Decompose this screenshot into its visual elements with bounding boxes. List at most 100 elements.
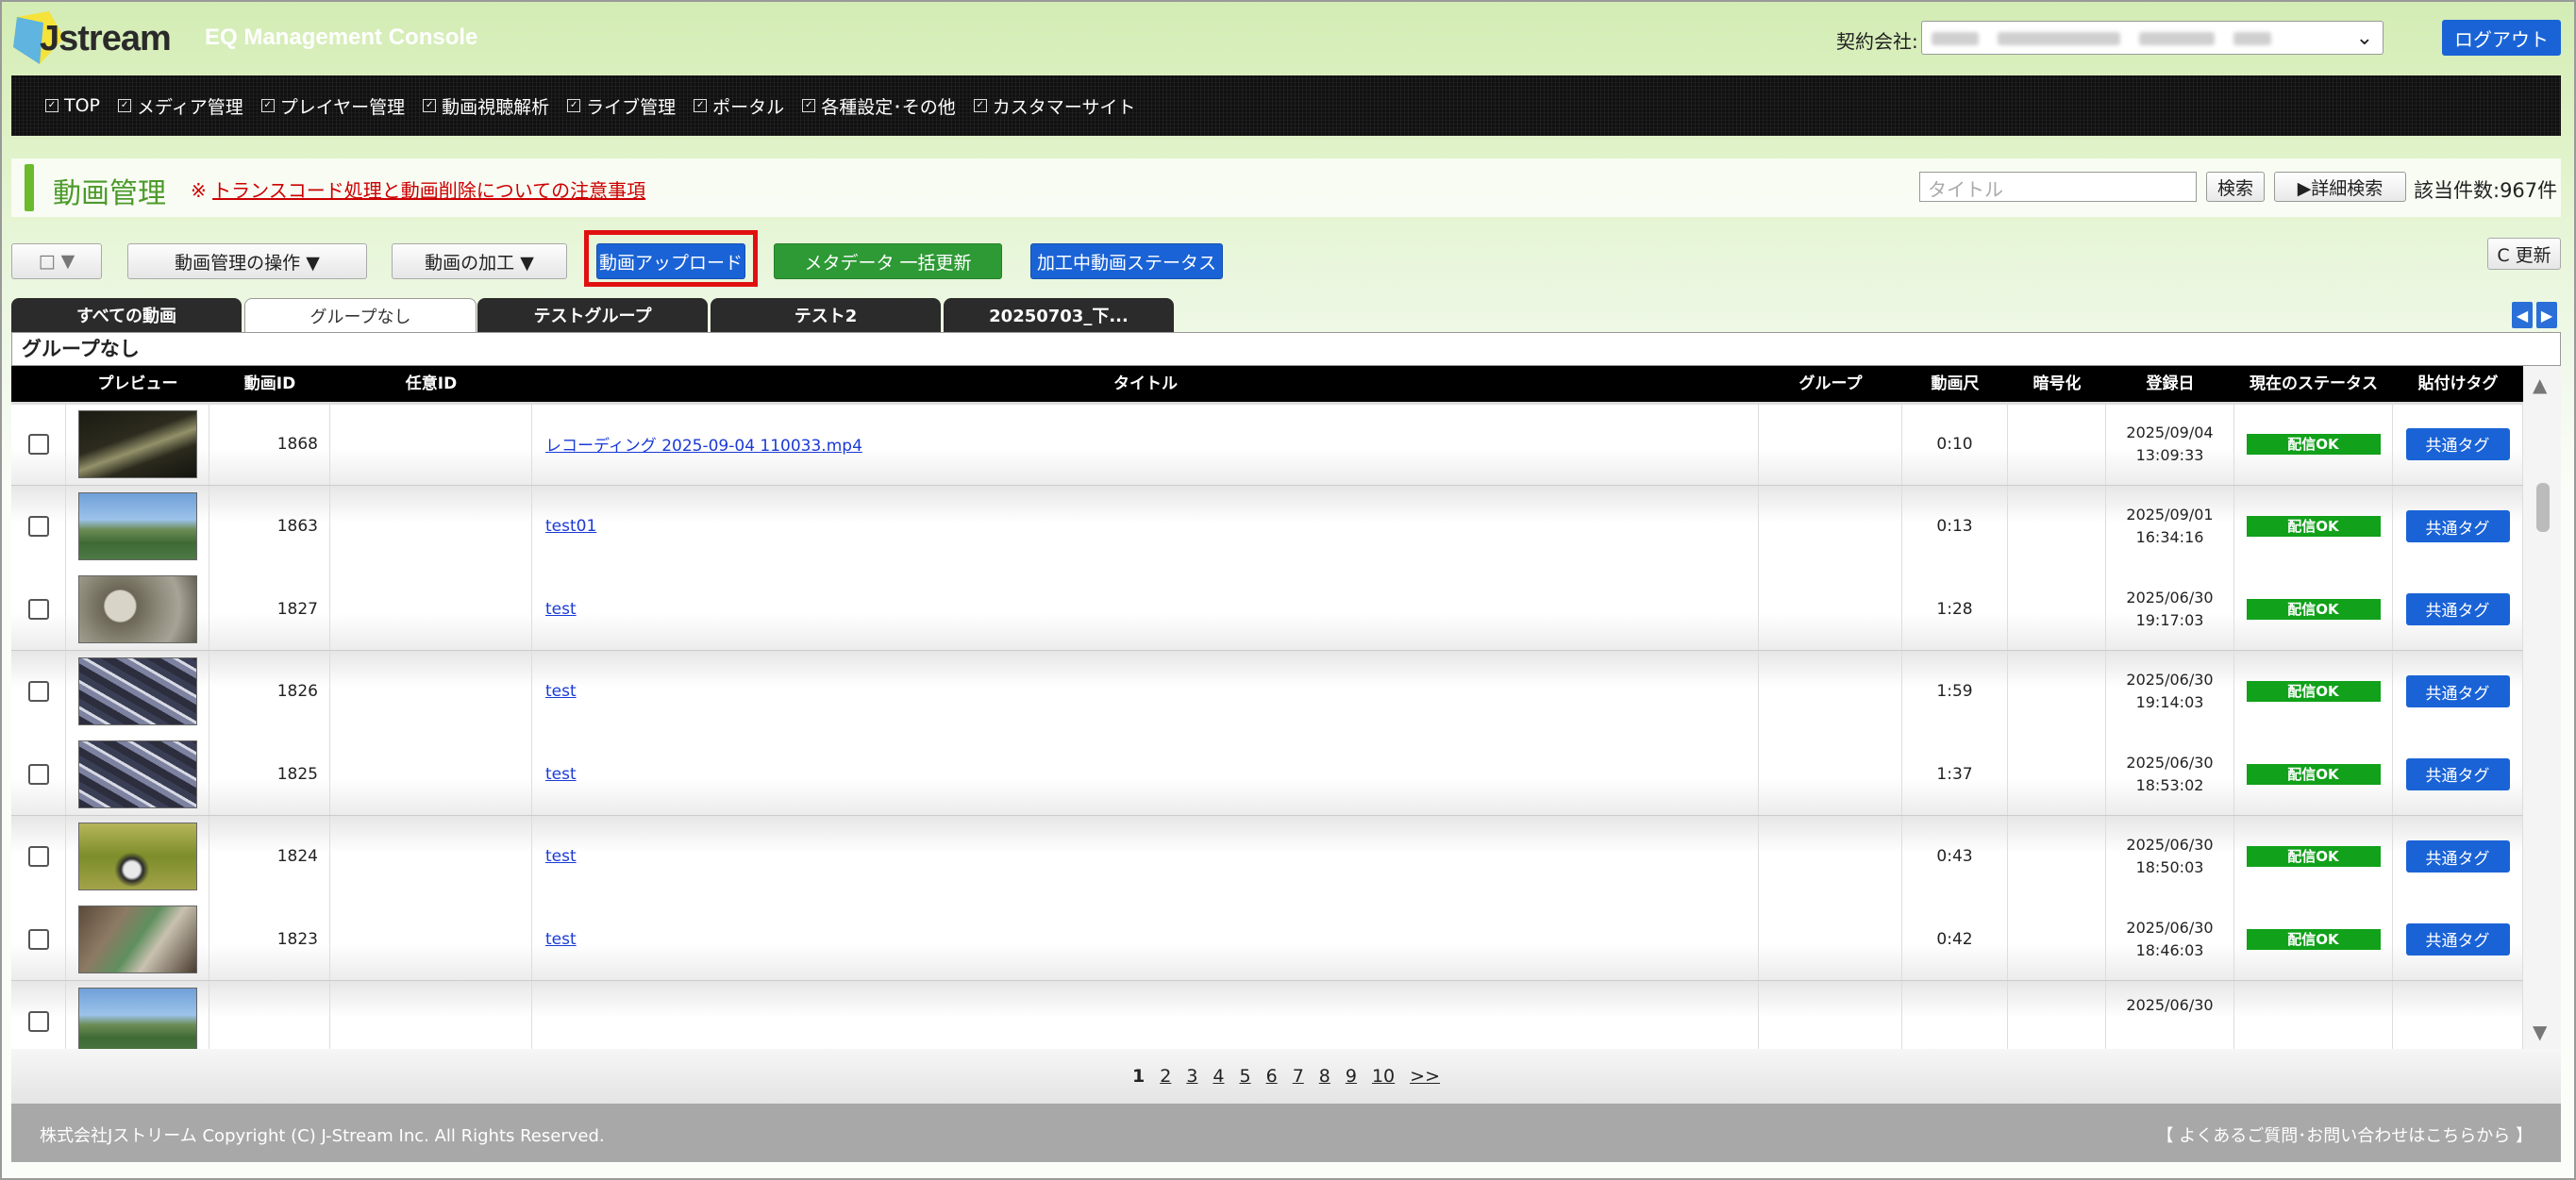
jstream-logo[interactable]: Jstream [11,8,172,70]
embed-tag-button[interactable]: 共通タグ [2405,510,2510,542]
page-link[interactable]: 3 [1186,1066,1197,1087]
column-header[interactable]: 貼付けタグ [2393,366,2523,402]
table-scrollbar[interactable]: ▲ ▼ [2523,366,2561,1049]
processing-status-button[interactable]: 加工中動画ステータス [1030,243,1223,279]
video-title-link[interactable]: test01 [545,517,596,536]
embed-tag-button[interactable]: 共通タグ [2405,592,2510,625]
scroll-thumb[interactable] [2536,483,2550,532]
tab-1[interactable]: グループなし [244,298,477,333]
refresh-button[interactable]: C 更新 [2487,238,2561,270]
nav-item-2[interactable]: ✓ プレイヤー管理 [260,93,405,119]
manage-menu-button[interactable]: 動画管理の操作 ▼ [127,243,367,279]
tab-2[interactable]: テストグループ [477,298,708,332]
row-checkbox[interactable] [27,763,49,785]
row-checkbox[interactable] [27,681,49,702]
logout-button[interactable]: ログアウト [2442,20,2561,56]
column-header[interactable]: 動画ID [209,366,330,402]
nav-item-6[interactable]: ✓ 各種設定･その他 [802,93,956,119]
scroll-up-icon[interactable]: ▲ [2533,374,2547,396]
scroll-down-icon[interactable]: ▼ [2533,1021,2547,1043]
row-checkbox[interactable] [27,1011,49,1032]
row-checkbox[interactable] [27,928,49,950]
row-checkbox[interactable] [27,598,49,620]
page-link[interactable]: >> [1410,1066,1440,1087]
table-row[interactable]: 1827 test 1:28 2025/06/30 19:17:03 配信OK 共通タグ [11,568,2523,651]
embed-tag-button[interactable]: 共通タグ [2405,427,2510,460]
page-link[interactable]: 1 [1132,1066,1145,1087]
cell-id: 1863 [209,485,330,568]
page-link[interactable]: 2 [1160,1066,1171,1087]
column-header[interactable]: 登録日 [2106,366,2234,402]
page-link[interactable]: 5 [1240,1066,1251,1087]
notice-link[interactable]: トランスコード処理と動画削除についての注意事項 [212,179,645,202]
reg-time: 18:53:02 [2135,775,2204,794]
page-link[interactable]: 6 [1266,1066,1278,1087]
page-link[interactable]: 9 [1346,1066,1357,1087]
video-thumbnail[interactable] [77,574,197,643]
cell-dur: 1:28 [1902,568,2008,650]
video-title-link[interactable]: test [545,930,577,949]
tab-3[interactable]: テスト2 [711,298,941,332]
video-thumbnail[interactable] [77,823,197,890]
search-input[interactable]: タイトル [1919,172,2197,202]
cell-group [1759,898,1902,980]
contract-select[interactable]: ⌄ [1921,21,2384,55]
detail-search-button[interactable]: ▶詳細検索 [2274,172,2406,202]
nav-item-4[interactable]: ✓ ライブ管理 [567,93,676,119]
embed-tag-button[interactable]: 共通タグ [2405,675,2510,707]
nav-item-1[interactable]: ✓ メディア管理 [118,93,243,119]
column-header[interactable]: プレビュー [66,366,209,402]
video-title-link[interactable]: test [545,847,577,866]
table-row[interactable]: 1823 test 0:42 2025/06/30 18:46:03 配信OK 共通タグ [11,898,2523,981]
cell-id: 1823 [209,898,330,980]
tab-0[interactable]: すべての動画 [11,298,242,332]
video-thumbnail[interactable] [77,905,197,973]
cell-id: 1824 [209,815,330,898]
table-row[interactable]: 1868 レコーディング 2025-09-04 110033.mp4 0:10 202… [11,403,2523,486]
video-title-link[interactable]: test [545,765,577,784]
table-row[interactable]: 1825 test 1:37 2025/06/30 18:53:02 配信OK 共通タグ [11,733,2523,816]
video-thumbnail[interactable] [77,740,197,808]
video-title-link[interactable]: test [545,600,577,619]
column-header[interactable]: グループ [1759,366,1902,402]
video-title-link[interactable]: test [545,682,577,701]
column-header[interactable]: タイトル [532,366,1759,402]
support-link[interactable]: 【 よくあるご質問･お問い合わせはこちらから 】 [2157,1122,2533,1147]
row-checkbox[interactable] [27,433,49,455]
metadata-bulk-update-button[interactable]: メタデータ 一括更新 [774,243,1002,279]
table-row[interactable]: 2025/06/30 [11,980,2523,1049]
page-link[interactable]: 8 [1319,1066,1330,1087]
column-header[interactable]: 動画尺 [1902,366,2008,402]
page-link[interactable]: 7 [1293,1066,1304,1087]
video-thumbnail[interactable] [77,657,197,725]
video-title-link[interactable]: レコーディング 2025-09-04 110033.mp4 [545,432,862,456]
reg-date: 2025/06/30 [2126,753,2214,772]
search-button[interactable]: 検索 [2206,172,2265,202]
page-link[interactable]: 10 [1372,1066,1395,1087]
process-menu-button[interactable]: 動画の加工 ▼ [392,243,567,279]
nav-item-3[interactable]: ✓ 動画視聴解析 [423,93,549,119]
table-row[interactable]: 1826 test 1:59 2025/06/30 19:14:03 配信OK 共通タグ [11,650,2523,734]
nav-item-0[interactable]: ✓ TOP [45,95,100,116]
nav-item-5[interactable]: ✓ ポータル [694,93,784,119]
video-thumbnail[interactable] [77,409,197,478]
page-link[interactable]: 4 [1213,1066,1224,1087]
row-checkbox[interactable] [27,516,49,537]
embed-tag-button[interactable]: 共通タグ [2405,757,2510,790]
column-header[interactable]: 現在のステータス [2234,366,2393,402]
embed-tag-button[interactable]: 共通タグ [2405,922,2510,956]
tab-prev-icon[interactable]: ◀ [2512,302,2533,328]
table-row[interactable]: 1863 test01 0:13 2025/09/01 16:34:16 配信OK 共通タグ [11,485,2523,569]
nav-item-7[interactable]: ✓ カスタマーサイト [973,93,1135,119]
select-all-dropdown[interactable]: □ ▼ [11,243,102,279]
video-thumbnail[interactable] [77,988,197,1049]
table-row[interactable]: 1824 test 0:43 2025/06/30 18:50:03 配信OK 共通タグ [11,815,2523,899]
tab-next-icon[interactable]: ▶ [2536,302,2557,328]
row-checkbox[interactable] [27,846,49,867]
nav-label: 動画視聴解析 [442,96,550,118]
video-thumbnail[interactable] [77,492,197,560]
column-header[interactable]: 任意ID [330,366,532,402]
embed-tag-button[interactable]: 共通タグ [2405,840,2510,873]
column-header[interactable]: 暗号化 [2008,366,2106,402]
tab-4[interactable]: 20250703_下... [944,298,1174,332]
